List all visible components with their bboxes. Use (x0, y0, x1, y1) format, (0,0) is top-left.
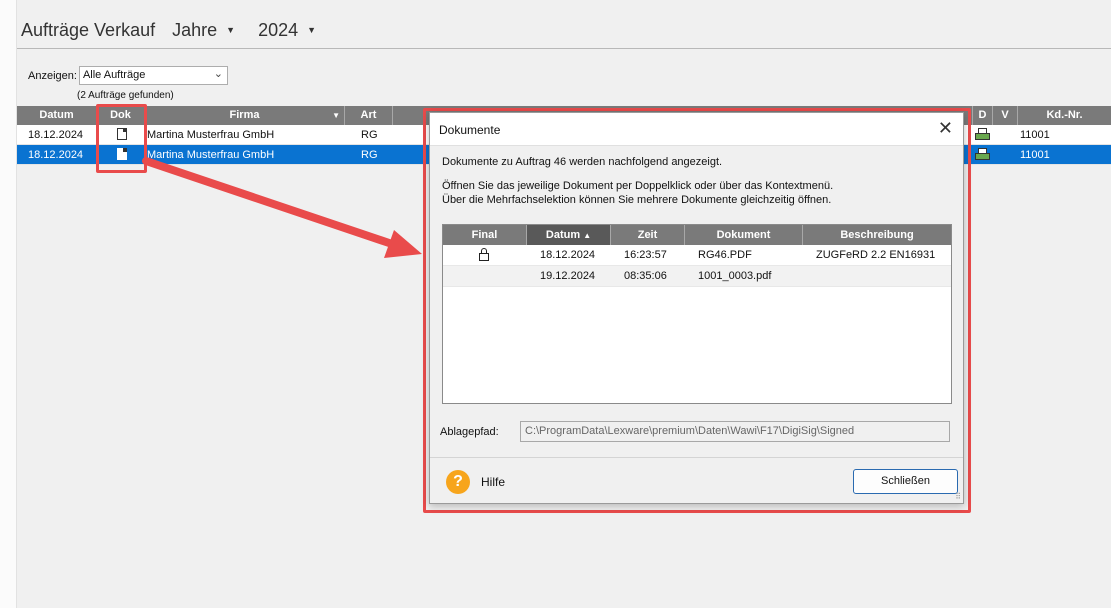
column-header-zeit[interactable]: Zeit (611, 225, 685, 245)
documents-dialog: Dokumente ✕ Dokumente zu Auftrag 46 werd… (429, 112, 964, 504)
document-row[interactable]: 19.12.2024 08:35:06 1001_0003.pdf (443, 266, 951, 287)
close-button[interactable]: Schließen (853, 469, 958, 494)
path-label: Ablagepfad: (440, 426, 499, 438)
dialog-titlebar: Dokumente ✕ (430, 113, 963, 146)
sort-ascending-icon: ▲ (583, 231, 592, 240)
doc-cell-dokument: 1001_0003.pdf (698, 270, 772, 282)
close-icon[interactable]: ✕ (938, 119, 953, 137)
column-header-datum-sorted[interactable]: Datum ▲ (527, 225, 611, 245)
document-list[interactable]: Final Datum ▲ Zeit Dokument Beschreibung… (442, 224, 952, 404)
doc-cell-dokument: RG46.PDF (698, 249, 752, 261)
column-header-dokument[interactable]: Dokument (685, 225, 803, 245)
help-link[interactable]: Hilfe (481, 475, 505, 489)
doc-cell-datum: 18.12.2024 (540, 249, 596, 261)
document-row[interactable]: 18.12.2024 16:23:57 RG46.PDF ZUGFeRD 2.2… (443, 245, 951, 266)
doc-cell-beschreibung: ZUGFeRD 2.2 EN16931 (816, 249, 936, 261)
doc-cell-zeit: 08:35:06 (624, 270, 667, 282)
doc-cell-datum: 19.12.2024 (540, 270, 596, 282)
doc-cell-zeit: 16:23:57 (624, 249, 667, 261)
dialog-title: Dokumente (439, 123, 501, 137)
dialog-footer: ? Hilfe Schließen ⠿ (430, 457, 963, 503)
column-header-datum-label: Datum (545, 229, 581, 241)
path-field: C:\ProgramData\Lexware\premium\Daten\Waw… (520, 421, 950, 442)
resize-grip-icon[interactable]: ⠿ (955, 492, 961, 501)
dialog-hint-2: Über die Mehrfachselektion können Sie me… (442, 194, 832, 206)
dialog-intro: Dokumente zu Auftrag 46 werden nachfolge… (442, 156, 723, 168)
column-header-beschreibung[interactable]: Beschreibung (803, 225, 951, 245)
column-header-final[interactable]: Final (443, 225, 527, 245)
dialog-hint-1: Öffnen Sie das jeweilige Dokument per Do… (442, 180, 834, 192)
help-icon[interactable]: ? (446, 470, 470, 494)
lock-icon (479, 245, 489, 266)
